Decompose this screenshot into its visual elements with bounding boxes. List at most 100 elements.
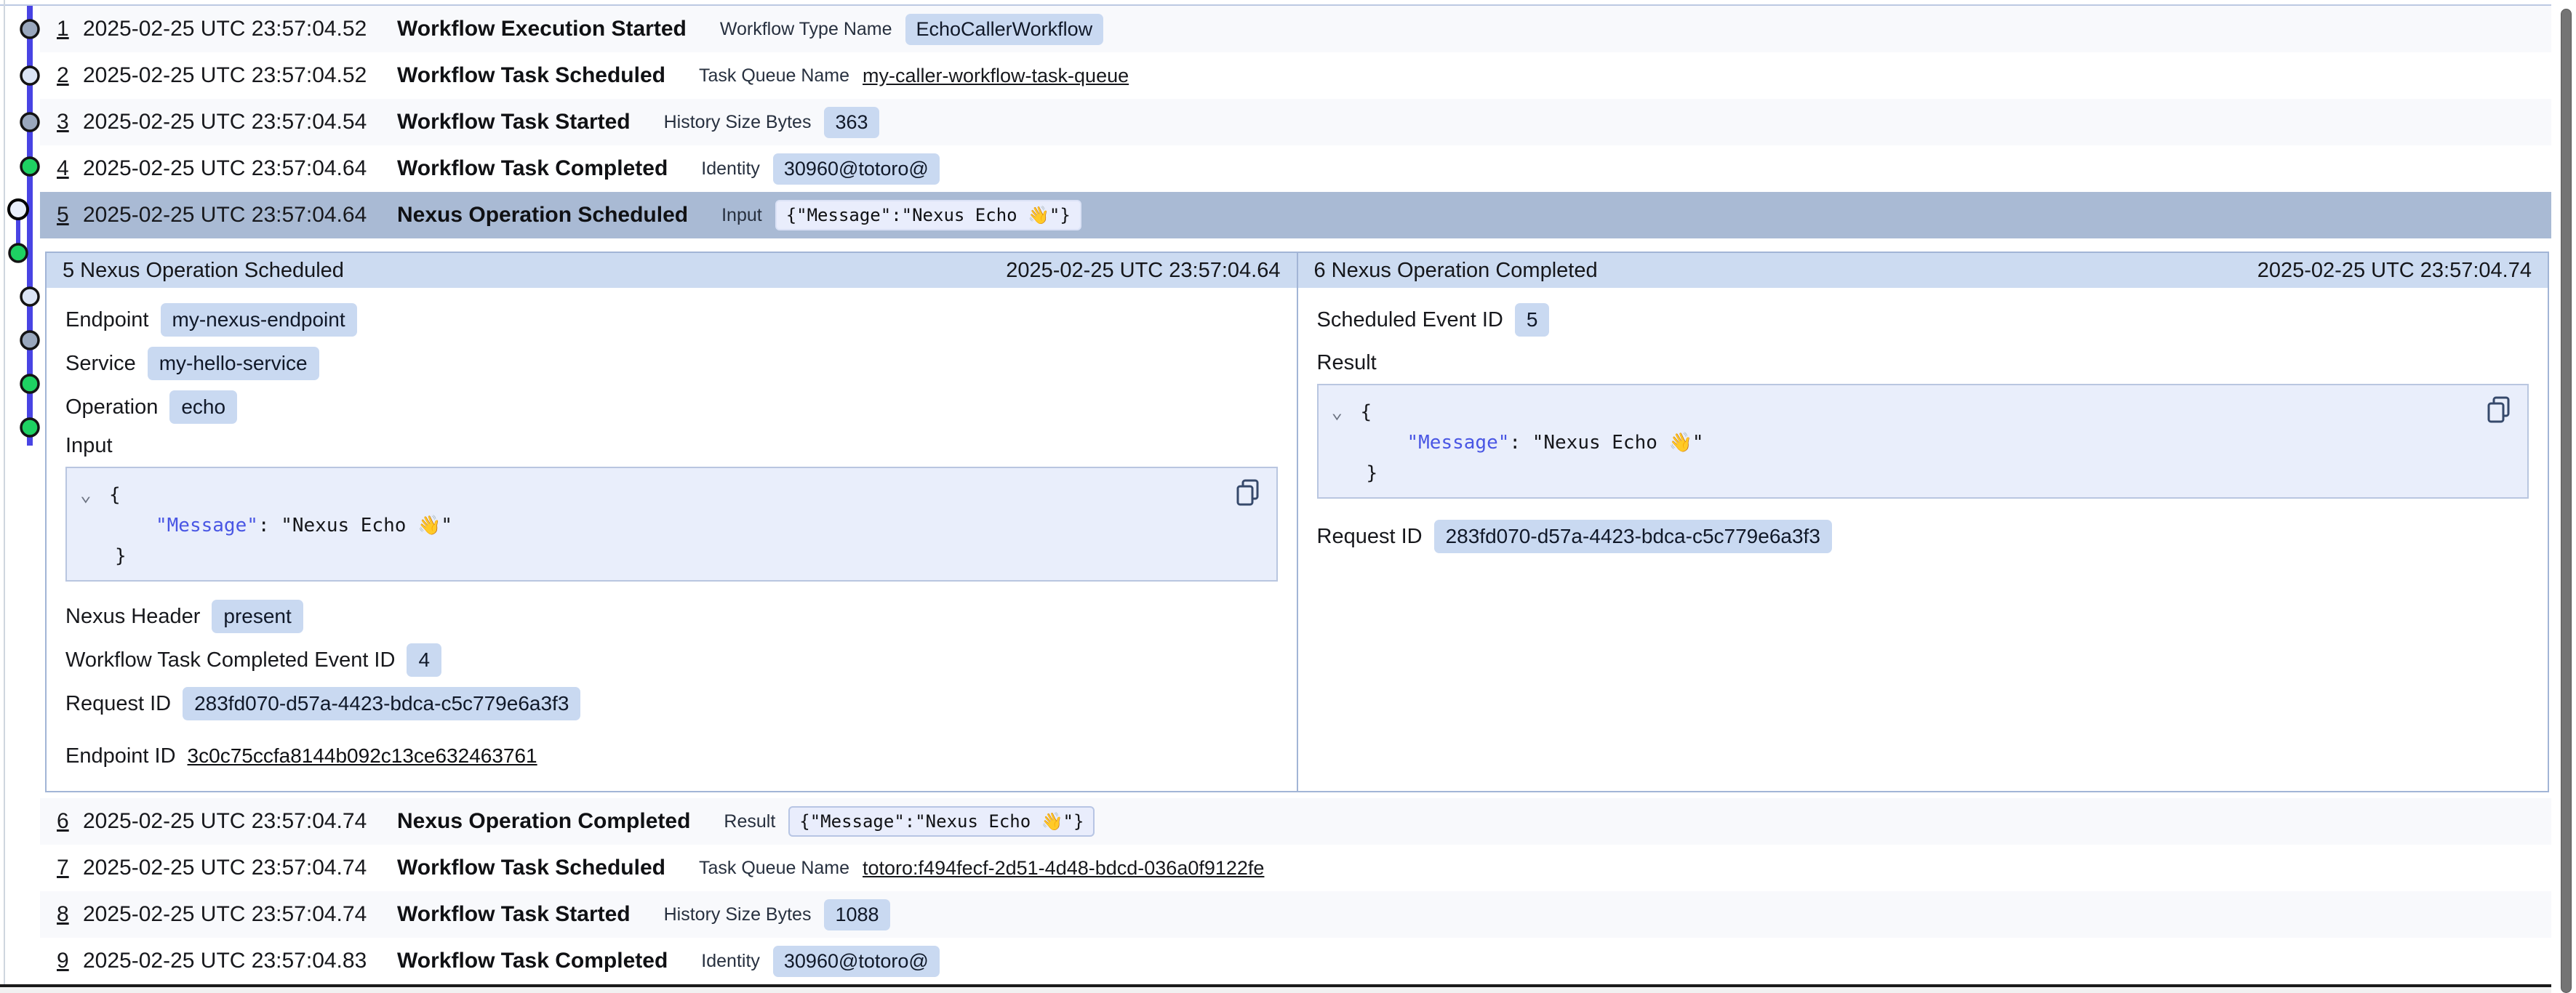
detail-label: Input xyxy=(721,205,762,226)
copy-button[interactable] xyxy=(2484,394,2516,426)
scrollbar-thumb[interactable] xyxy=(2561,9,2572,993)
event-detail-panels: 5 Nexus Operation Scheduled 2025-02-25 U… xyxy=(45,252,2549,792)
event-timestamp: 2025-02-25 UTC 23:57:04.52 xyxy=(83,63,397,88)
field-label: Scheduled Event ID xyxy=(1317,308,1503,332)
event-name: Workflow Task Completed xyxy=(397,949,668,973)
detail-badge: 30960@totoro@ xyxy=(773,153,940,185)
panel-header: 5 Nexus Operation Scheduled 2025-02-25 U… xyxy=(47,253,1297,288)
field-endpoint: Endpoint my-nexus-endpoint xyxy=(65,298,1278,342)
vertical-scrollbar[interactable] xyxy=(2551,0,2576,993)
workflow-history-view: 1 2025-02-25 UTC 23:57:04.52 Workflow Ex… xyxy=(0,0,2576,993)
event-timestamp: 2025-02-25 UTC 23:57:04.83 xyxy=(83,949,397,973)
event-row-7[interactable]: 7 2025-02-25 UTC 23:57:04.74 Workflow Ta… xyxy=(40,845,2551,891)
detail-label: Workflow Type Name xyxy=(720,19,892,40)
detail-label: Identity xyxy=(701,951,760,972)
event-timestamp: 2025-02-25 UTC 23:57:04.74 xyxy=(83,809,397,834)
event-row-8[interactable]: 8 2025-02-25 UTC 23:57:04.74 Workflow Ta… xyxy=(40,891,2551,938)
event-timestamp: 2025-02-25 UTC 23:57:04.52 xyxy=(83,17,397,41)
timeline-dot-4[interactable] xyxy=(21,158,39,175)
detail-label: Task Queue Name xyxy=(699,858,849,879)
event-row-2[interactable]: 2 2025-02-25 UTC 23:57:04.52 Workflow Ta… xyxy=(40,52,2551,99)
field-label: Endpoint ID xyxy=(65,744,176,768)
field-nexus-header: Nexus Header present xyxy=(65,595,1278,638)
detail-label: History Size Bytes xyxy=(664,904,812,925)
event-row-6[interactable]: 6 2025-02-25 UTC 23:57:04.74 Nexus Opera… xyxy=(40,798,2551,845)
detail-label: History Size Bytes xyxy=(664,112,812,133)
field-request-id: Request ID 283fd070-d57a-4423-bdca-c5c77… xyxy=(65,682,1278,725)
event-id-link[interactable]: 2 xyxy=(57,63,83,88)
copy-button[interactable] xyxy=(1233,477,1265,509)
timeline-dot-8[interactable] xyxy=(21,331,39,349)
event-id-link[interactable]: 6 xyxy=(57,809,83,834)
task-queue-link[interactable]: totoro:f494fecf-2d51-4d48-bdcd-036a0f912… xyxy=(863,857,1264,880)
json-line: } xyxy=(1319,458,2528,489)
endpoint-id-link[interactable]: 3c0c75ccfa8144b092c13ce632463761 xyxy=(188,744,537,768)
field-badge: 283fd070-d57a-4423-bdca-c5c779e6a3f3 xyxy=(1434,520,1832,553)
timeline-dot-1[interactable] xyxy=(21,20,39,38)
json-key: "Message" xyxy=(156,515,258,536)
field-badge: my-nexus-endpoint xyxy=(161,303,357,337)
field-endpoint-id: Endpoint ID 3c0c75ccfa8144b092c13ce63246… xyxy=(65,734,1278,778)
event-row-9[interactable]: 9 2025-02-25 UTC 23:57:04.83 Workflow Ta… xyxy=(40,938,2551,984)
field-badge: my-hello-service xyxy=(148,347,319,380)
event-row-5[interactable]: 5 2025-02-25 UTC 23:57:04.64 Nexus Opera… xyxy=(40,192,2551,238)
event-name: Nexus Operation Scheduled xyxy=(397,203,688,228)
event-id-link[interactable]: 5 xyxy=(57,203,83,228)
json-line: { xyxy=(1319,397,2528,427)
event-timestamp: 2025-02-25 UTC 23:57:04.64 xyxy=(83,156,397,181)
timeline-dot-9[interactable] xyxy=(21,375,39,393)
field-badge: 4 xyxy=(407,643,441,677)
field-label: Request ID xyxy=(65,692,171,716)
field-wft-completed-event-id: Workflow Task Completed Event ID 4 xyxy=(65,638,1278,682)
event-id-link[interactable]: 3 xyxy=(57,110,83,134)
event-row-4[interactable]: 4 2025-02-25 UTC 23:57:04.64 Workflow Ta… xyxy=(40,145,2551,192)
event-row-3[interactable]: 3 2025-02-25 UTC 23:57:04.54 Workflow Ta… xyxy=(40,99,2551,145)
detail-badge: 1088 xyxy=(824,899,889,930)
copy-icon xyxy=(1233,477,1265,509)
detail-label: Identity xyxy=(701,158,760,180)
workflow-timeline xyxy=(0,0,40,465)
timeline-dot-6[interactable] xyxy=(9,244,27,262)
event-id-link[interactable]: 7 xyxy=(57,856,83,880)
json-viewer-input: ⌄ { "Message": "Nexus Echo 👋" } xyxy=(65,467,1278,582)
detail-badge: 30960@totoro@ xyxy=(773,946,940,977)
panel-nexus-operation-scheduled: 5 Nexus Operation Scheduled 2025-02-25 U… xyxy=(47,253,1297,791)
json-line: { xyxy=(67,480,1276,510)
event-id-link[interactable]: 8 xyxy=(57,902,83,927)
field-label: Nexus Header xyxy=(65,605,200,629)
panel-timestamp: 2025-02-25 UTC 23:57:04.64 xyxy=(1006,259,1280,283)
json-line: } xyxy=(67,541,1276,571)
field-label: Endpoint xyxy=(65,308,149,332)
timeline-dot-7[interactable] xyxy=(21,288,39,305)
json-value: "Nexus Echo 👋" xyxy=(281,515,452,536)
timeline-dot-2[interactable] xyxy=(21,67,39,84)
viewport-bottom-strip xyxy=(0,987,2551,993)
event-timestamp: 2025-02-25 UTC 23:57:04.74 xyxy=(83,856,397,880)
event-name: Workflow Task Started xyxy=(397,110,631,134)
detail-badge: 363 xyxy=(824,107,879,138)
field-label: Service xyxy=(65,352,136,376)
field-scheduled-event-id: Scheduled Event ID 5 xyxy=(1317,298,2529,342)
field-badge: echo xyxy=(169,390,237,424)
copy-icon xyxy=(2484,394,2516,426)
json-viewer-result: ⌄ { "Message": "Nexus Echo 👋" } xyxy=(1317,384,2529,499)
event-row-1[interactable]: 1 2025-02-25 UTC 23:57:04.52 Workflow Ex… xyxy=(40,6,2551,52)
timeline-dot-10[interactable] xyxy=(21,419,39,436)
collapse-chevron-icon[interactable]: ⌄ xyxy=(1332,401,1343,423)
panel-body: Scheduled Event ID 5 Result ⌄ { "Message… xyxy=(1298,288,2548,791)
collapse-chevron-icon[interactable]: ⌄ xyxy=(80,484,92,506)
event-id-link[interactable]: 9 xyxy=(57,949,83,973)
field-label: Request ID xyxy=(1317,525,1423,549)
panel-nexus-operation-completed: 6 Nexus Operation Completed 2025-02-25 U… xyxy=(1298,253,2548,791)
timeline-dot-3[interactable] xyxy=(21,113,39,131)
event-id-link[interactable]: 1 xyxy=(57,17,83,41)
panel-body: Endpoint my-nexus-endpoint Service my-he… xyxy=(47,288,1297,791)
event-id-link[interactable]: 4 xyxy=(57,156,83,181)
panel-header: 6 Nexus Operation Completed 2025-02-25 U… xyxy=(1298,253,2548,288)
event-name: Workflow Task Completed xyxy=(397,156,668,181)
event-name: Workflow Task Started xyxy=(397,902,631,927)
task-queue-link[interactable]: my-caller-workflow-task-queue xyxy=(863,65,1129,87)
timeline-dot-5[interactable] xyxy=(9,200,28,219)
event-name: Workflow Task Scheduled xyxy=(397,856,665,880)
detail-badge: EchoCallerWorkflow xyxy=(905,14,1104,45)
